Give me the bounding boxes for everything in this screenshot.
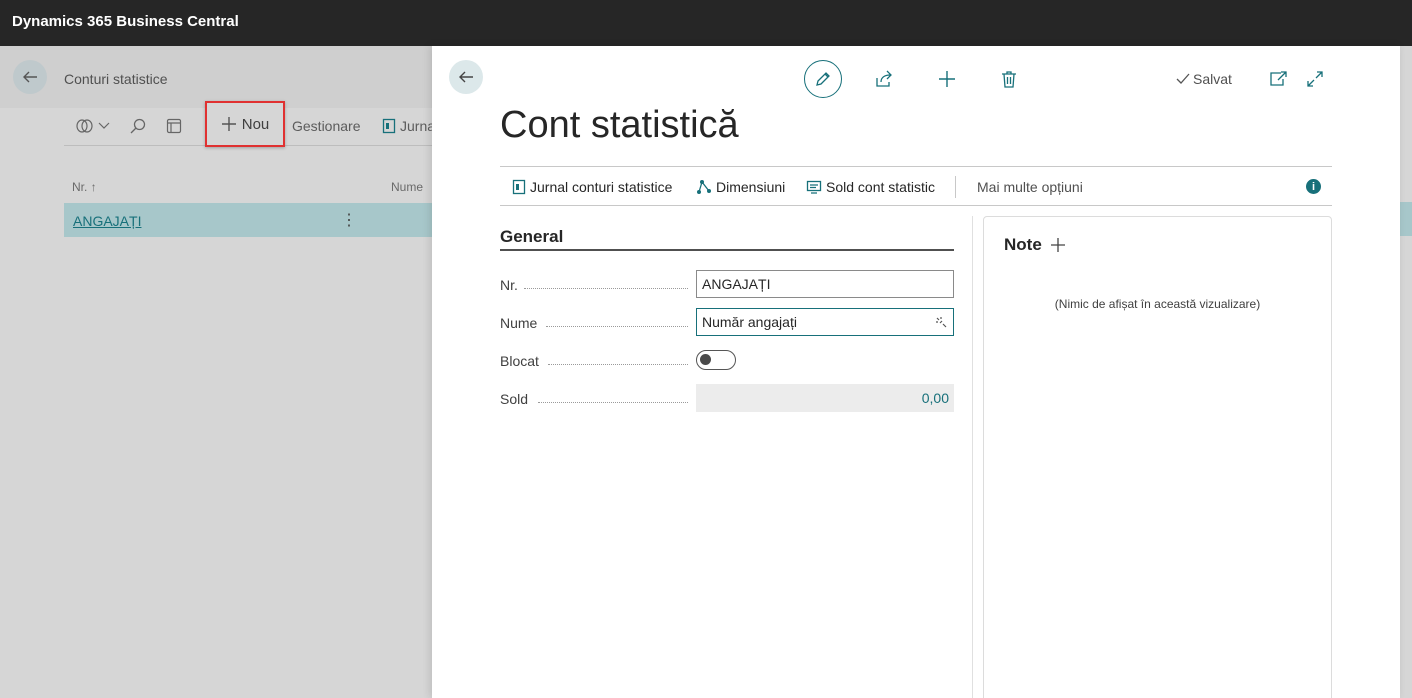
info-icon[interactable]: i [1306,179,1321,194]
pencil-icon [816,72,830,86]
plus-icon [221,117,236,131]
journal-icon [512,179,526,195]
app-title[interactable]: Dynamics 365 Business Central [12,13,239,30]
manage-button[interactable]: Gestionare [292,118,360,134]
open-new-window-icon [1270,71,1287,86]
card-panel: Salvat Cont statistică Jurnal conturi st… [432,46,1400,698]
row-highlight-edge [1400,202,1412,236]
notes-factbox: Note (Nimic de afișat în această vizuali… [983,216,1332,698]
field-label-blocked: Blocat [500,353,539,369]
field-leader [538,402,688,403]
plus-icon [939,71,955,87]
row-no-link[interactable]: ANGAJAȚI [73,213,141,229]
view-switch-button[interactable] [76,118,110,134]
page-title: Cont statistică [500,104,739,146]
share-icon [876,70,892,87]
action-bar: Jurnal conturi statistice Dimensiuni Sol… [500,166,1332,206]
expand-icon [1307,71,1323,87]
journal-icon [382,118,396,134]
search-button[interactable] [130,118,146,134]
back-arrow-icon [459,71,473,83]
balance-icon [806,180,822,194]
column-header-no[interactable]: Nr. ↑ [72,180,97,194]
general-section-header[interactable]: General [500,227,954,251]
layout-icon [166,118,182,134]
no-field[interactable]: ANGAJAȚI [696,270,954,298]
checkmark-icon [1176,73,1190,84]
top-bar: Dynamics 365 Business Central [0,0,1412,46]
list-settings-button[interactable] [166,118,182,134]
more-options-button[interactable]: Mai multe opțiuni [977,179,1083,195]
share-button[interactable] [873,68,895,90]
add-note-icon[interactable] [1050,237,1066,253]
row-more-button[interactable]: ⋮ [341,210,357,230]
list-back-button[interactable] [13,60,47,94]
action-separator [955,176,956,198]
action-journal[interactable]: Jurnal conturi statistice [512,179,672,195]
new-button[interactable]: Nou [205,101,285,147]
chevron-down-icon [98,122,110,129]
field-leader [524,288,688,289]
journal-button[interactable]: Jurna [382,118,435,134]
card-back-button[interactable] [449,60,483,94]
trash-icon [1002,71,1016,88]
field-label-name: Nume [500,315,538,331]
notes-header: Note [1004,235,1066,255]
balance-value[interactable]: 0,00 [696,384,954,412]
new-label: Nou [241,115,270,133]
back-arrow-icon [23,71,37,83]
action-journal-label: Jurnal conturi statistice [530,179,673,195]
saved-status: Salvat [1176,71,1232,87]
field-leader [548,364,688,365]
field-label-no: Nr. [500,277,518,293]
search-icon [130,118,146,134]
field-label-balance: Sold [500,391,529,407]
dimensions-icon [697,180,711,194]
action-balance-label: Sold cont statistic [826,179,935,195]
notes-title: Note [1004,235,1042,254]
view-icon [76,119,93,133]
notes-empty-text: (Nimic de afișat în această vizualizare) [1054,297,1261,311]
name-field[interactable]: Număr angajați [696,308,954,336]
expand-button[interactable] [1304,68,1326,90]
toggle-knob [700,354,711,365]
autofill-icon [936,317,947,328]
saved-label: Salvat [1193,71,1232,87]
name-field-value: Număr angajați [702,314,797,330]
blocked-toggle[interactable] [696,350,736,370]
journal-label: Jurna [400,118,436,134]
action-dimensions[interactable]: Dimensiuni [696,179,785,195]
action-dimensions-label: Dimensiuni [716,179,786,195]
column-header-name[interactable]: Nume [391,180,423,194]
factbox-divider [972,216,973,698]
open-new-window-button[interactable] [1267,68,1289,90]
edit-button[interactable] [804,60,842,98]
action-balance[interactable]: Sold cont statistic [806,179,935,195]
add-button[interactable] [936,68,958,90]
delete-button[interactable] [998,68,1020,90]
list-breadcrumb[interactable]: Conturi statistice [64,71,167,87]
field-leader [546,326,688,327]
table-row[interactable]: ANGAJAȚI ⋮ [64,203,432,237]
